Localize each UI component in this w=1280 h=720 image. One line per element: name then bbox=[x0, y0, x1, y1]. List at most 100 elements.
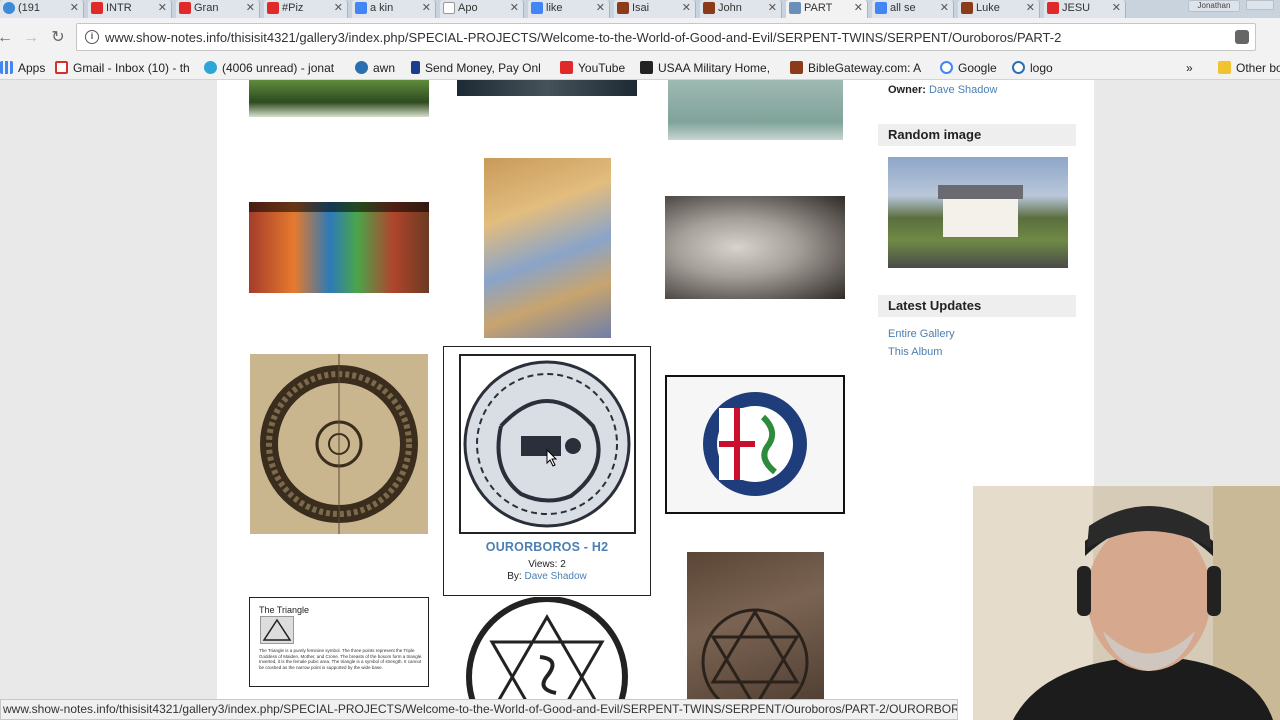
gallery-thumb-green-figure[interactable] bbox=[249, 80, 429, 117]
close-icon[interactable]: ✕ bbox=[940, 0, 949, 16]
gallery-thumb-bronze-hexagram[interactable] bbox=[687, 552, 824, 720]
gallery-thumb-fresco[interactable] bbox=[484, 158, 611, 338]
bookmarks-overflow-button[interactable]: » bbox=[1186, 60, 1193, 76]
random-image-thumb[interactable] bbox=[888, 157, 1068, 268]
bookmark-paypal[interactable]: Send Money, Pay Onl bbox=[411, 60, 541, 76]
browser-tab-active[interactable]: PART ✕ bbox=[786, 0, 868, 18]
window-controls[interactable] bbox=[1246, 0, 1274, 10]
gallery-thumb-teal-scene[interactable] bbox=[668, 80, 843, 140]
building-roof bbox=[938, 185, 1023, 199]
browser-tab[interactable]: #Piz ✕ bbox=[264, 0, 348, 18]
close-icon[interactable]: ✕ bbox=[854, 0, 863, 16]
gallery-thumb-dark-scene[interactable] bbox=[457, 80, 637, 96]
bookmark-gmail[interactable]: Gmail - Inbox (10) - th bbox=[55, 60, 190, 76]
close-icon[interactable]: ✕ bbox=[158, 0, 167, 16]
gallery-page: OURORBOROS - H2 Views: 2 By: Dave Shadow… bbox=[217, 80, 1094, 720]
bookmark-other-folder[interactable]: Other bo bbox=[1218, 60, 1280, 76]
browser-tab[interactable]: John ✕ bbox=[700, 0, 782, 18]
triangle-card-body: The Triangle is a purely feminine symbol… bbox=[259, 648, 423, 670]
browser-tab[interactable]: (191 ✕ bbox=[0, 0, 84, 18]
gallery-item-hover-card[interactable]: OURORBOROS - H2 Views: 2 By: Dave Shadow bbox=[443, 346, 651, 596]
close-icon[interactable]: ✕ bbox=[334, 0, 343, 16]
gallery-item-views: Views: 2 bbox=[528, 559, 566, 570]
close-icon[interactable]: ✕ bbox=[422, 0, 431, 16]
latest-updates-heading: Latest Updates bbox=[878, 295, 1076, 317]
youtube-icon bbox=[560, 61, 573, 74]
webcam-overlay bbox=[973, 486, 1280, 720]
yahoo-icon bbox=[204, 61, 217, 74]
gmail-icon bbox=[55, 61, 68, 74]
browser-tab[interactable]: Gran ✕ bbox=[176, 0, 260, 18]
browser-tab[interactable]: like ✕ bbox=[528, 0, 610, 18]
close-icon[interactable]: ✕ bbox=[768, 0, 777, 16]
gallery-item-byline: By: Dave Shadow bbox=[507, 571, 587, 582]
close-icon[interactable]: ✕ bbox=[1112, 0, 1121, 16]
bookmark-awn[interactable]: awn bbox=[355, 60, 395, 76]
tab-favicon-icon bbox=[3, 2, 15, 14]
alfa-romeo-logo-image bbox=[703, 392, 807, 496]
bookmark-biblegateway[interactable]: BibleGateway.com: A bbox=[790, 60, 921, 76]
browser-tab[interactable]: all se ✕ bbox=[872, 0, 954, 18]
browser-tab[interactable]: a kin ✕ bbox=[352, 0, 436, 18]
gallery-thumb-video-still[interactable] bbox=[249, 202, 429, 293]
gallery-thumb-alfa-romeo-logo[interactable] bbox=[665, 375, 845, 514]
gallery-icon bbox=[789, 2, 801, 14]
gallery-item-title[interactable]: OURORBOROS - H2 bbox=[444, 540, 650, 554]
browser-tab[interactable]: Isai ✕ bbox=[614, 0, 696, 18]
bookmark-google[interactable]: Google bbox=[940, 60, 997, 76]
close-icon[interactable]: ✕ bbox=[1026, 0, 1035, 16]
gallery-thumb-ouroboros-drawing[interactable] bbox=[250, 354, 428, 534]
youtube-icon bbox=[267, 2, 279, 14]
browser-tab[interactable]: Luke ✕ bbox=[958, 0, 1040, 18]
browser-tab[interactable]: INTR ✕ bbox=[88, 0, 172, 18]
owner-link[interactable]: Dave Shadow bbox=[524, 571, 586, 582]
aztec-serpent-disc-image bbox=[463, 360, 631, 528]
entire-gallery-link[interactable]: Entire Gallery bbox=[888, 328, 955, 340]
google-icon bbox=[940, 61, 953, 74]
close-icon[interactable]: ✕ bbox=[246, 0, 255, 16]
browser-tab[interactable]: Apo ✕ bbox=[440, 0, 524, 18]
gallery-thumb-figure-photo[interactable] bbox=[665, 196, 845, 299]
triangle-symbol-icon bbox=[260, 616, 294, 644]
bookmark-apps[interactable]: Apps bbox=[0, 60, 45, 76]
mouse-cursor-icon bbox=[546, 448, 558, 467]
profile-button[interactable]: Jonathan bbox=[1188, 0, 1240, 12]
close-icon[interactable]: ✕ bbox=[682, 0, 691, 16]
close-icon[interactable]: ✕ bbox=[70, 0, 79, 16]
usaa-icon bbox=[640, 61, 653, 74]
bookmark-youtube[interactable]: YouTube bbox=[560, 60, 625, 76]
biblegateway-icon bbox=[703, 2, 715, 14]
document-icon bbox=[443, 2, 455, 14]
gallery-thumb-triangle-card[interactable]: The Triangle The Triangle is a purely fe… bbox=[249, 597, 429, 687]
forward-icon[interactable]: → bbox=[20, 27, 42, 49]
youtube-icon bbox=[179, 2, 191, 14]
google-icon bbox=[531, 2, 543, 14]
biblegateway-icon bbox=[617, 2, 629, 14]
youtube-icon bbox=[1047, 2, 1059, 14]
gallery-thumb-ouroboros-aztec[interactable] bbox=[459, 354, 636, 534]
url-text[interactable]: www.show-notes.info/thisisit4321/gallery… bbox=[105, 30, 1061, 45]
bookmark-yahoo-mail[interactable]: (4006 unread) - jonat bbox=[204, 60, 334, 76]
bronze-hexagram-image bbox=[701, 608, 809, 716]
info-icon[interactable]: i bbox=[85, 30, 99, 44]
video-title-strip bbox=[249, 202, 429, 212]
biblegateway-icon bbox=[961, 2, 973, 14]
google-icon bbox=[875, 2, 887, 14]
close-icon[interactable]: ✕ bbox=[510, 0, 519, 16]
this-album-link[interactable]: This Album bbox=[888, 346, 942, 358]
bookmark-usaa[interactable]: USAA Military Home, bbox=[640, 60, 770, 76]
bookmark-logo[interactable]: logo bbox=[1012, 60, 1053, 76]
building-shape bbox=[943, 197, 1018, 237]
browser-tab[interactable]: JESU ✕ bbox=[1044, 0, 1126, 18]
paypal-icon bbox=[411, 61, 420, 74]
reload-icon[interactable]: ↻ bbox=[47, 27, 69, 49]
extension-icon[interactable] bbox=[1235, 30, 1249, 44]
back-icon[interactable]: ← bbox=[0, 27, 16, 49]
folder-icon bbox=[1218, 61, 1231, 74]
close-icon[interactable]: ✕ bbox=[596, 0, 605, 16]
status-bar-url: www.show-notes.info/thisisit4321/gallery… bbox=[0, 699, 958, 720]
youtube-icon bbox=[91, 2, 103, 14]
address-bar[interactable]: i www.show-notes.info/thisisit4321/galle… bbox=[76, 23, 1256, 51]
triangle-card-heading: The Triangle bbox=[259, 605, 310, 615]
owner-link[interactable]: Dave Shadow bbox=[929, 84, 998, 96]
